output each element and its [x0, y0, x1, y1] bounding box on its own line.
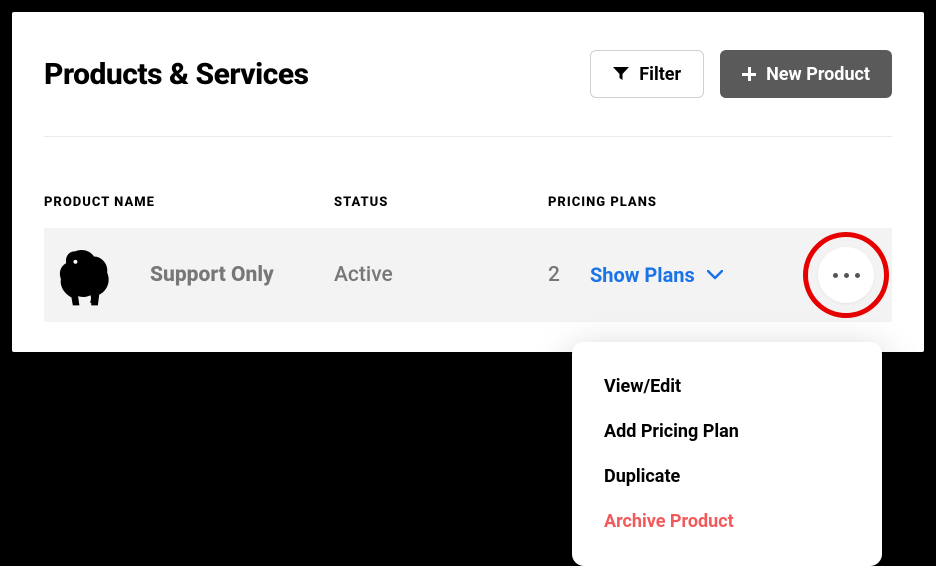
show-plans-button[interactable]: Show Plans	[590, 263, 723, 287]
dot-icon	[844, 273, 849, 278]
filter-button[interactable]: Filter	[590, 50, 704, 98]
page-title: Products & Services	[44, 57, 309, 92]
menu-item-archive[interactable]: Archive Product	[572, 499, 882, 544]
show-plans-label: Show Plans	[590, 263, 695, 287]
table-header: PRODUCT NAME STATUS PRICING PLANS	[44, 195, 892, 228]
column-header-status: STATUS	[334, 195, 548, 210]
plus-icon	[742, 67, 756, 81]
row-actions-wrap	[818, 247, 874, 303]
chevron-down-icon	[707, 270, 723, 280]
menu-item-add-pricing-plan[interactable]: Add Pricing Plan	[572, 409, 882, 454]
cell-product-name: Support Only	[44, 239, 334, 311]
more-actions-button[interactable]	[818, 247, 874, 303]
menu-item-view-edit[interactable]: View/Edit	[572, 364, 882, 409]
filter-button-label: Filter	[639, 64, 681, 85]
products-panel: Products & Services Filter New Product P…	[12, 12, 924, 352]
dot-icon	[833, 273, 838, 278]
new-product-button[interactable]: New Product	[720, 50, 892, 98]
dot-icon	[855, 273, 860, 278]
table-row[interactable]: Support Only Active 2 Show Plans	[44, 228, 892, 322]
product-name-label: Support Only	[150, 263, 274, 287]
cell-status: Active	[334, 263, 548, 287]
header-actions: Filter New Product	[590, 50, 892, 98]
gorilla-icon	[50, 239, 122, 311]
filter-icon	[613, 67, 629, 81]
row-actions-menu: View/Edit Add Pricing Plan Duplicate Arc…	[572, 342, 882, 566]
new-product-button-label: New Product	[766, 64, 870, 85]
column-header-plans: PRICING PLANS	[548, 195, 892, 210]
status-label: Active	[334, 263, 393, 287]
column-header-name: PRODUCT NAME	[44, 195, 334, 210]
menu-item-duplicate[interactable]: Duplicate	[572, 454, 882, 499]
page-header: Products & Services Filter New Product	[44, 50, 892, 137]
plan-count: 2	[548, 263, 560, 287]
